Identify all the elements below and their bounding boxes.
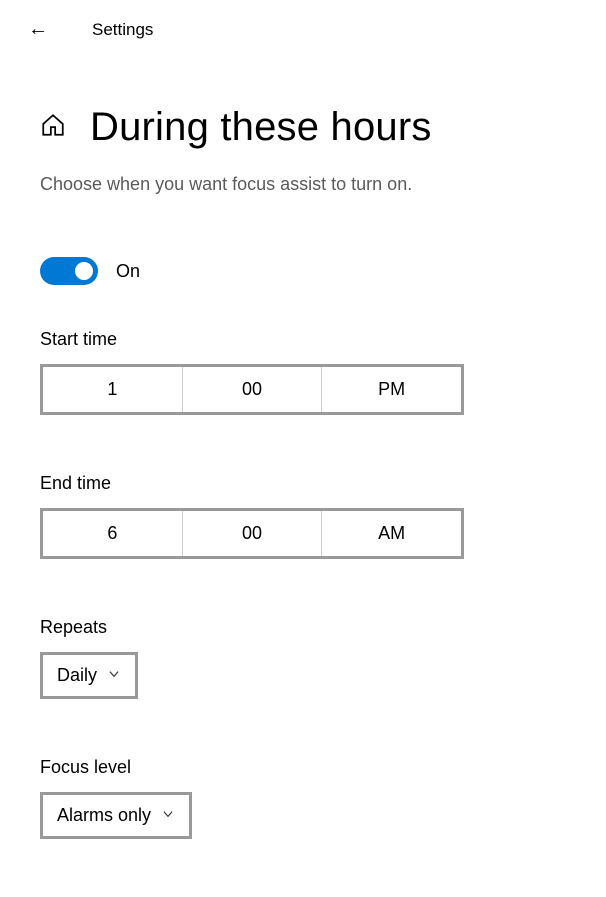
home-icon[interactable]	[40, 112, 66, 143]
toggle-state-label: On	[116, 261, 140, 282]
chevron-down-icon	[105, 665, 121, 686]
page-title: During these hours	[90, 105, 432, 150]
start-time-label: Start time	[40, 329, 566, 350]
end-time-picker[interactable]: 6 00 AM	[40, 508, 464, 559]
repeats-dropdown[interactable]: Daily	[40, 652, 138, 699]
repeats-value: Daily	[57, 665, 97, 686]
start-time-minute[interactable]: 00	[182, 367, 322, 412]
end-time-minute[interactable]: 00	[182, 511, 322, 556]
chevron-down-icon	[159, 805, 175, 826]
enable-toggle[interactable]	[40, 257, 98, 285]
back-button[interactable]: ←	[28, 18, 48, 41]
header-title: Settings	[92, 20, 153, 40]
page-subtitle: Choose when you want focus assist to tur…	[40, 174, 566, 195]
start-time-hour[interactable]: 1	[43, 367, 182, 412]
end-time-hour[interactable]: 6	[43, 511, 182, 556]
focus-level-dropdown[interactable]: Alarms only	[40, 792, 192, 839]
toggle-knob	[75, 262, 93, 280]
focus-level-value: Alarms only	[57, 805, 151, 826]
end-time-period[interactable]: AM	[321, 511, 461, 556]
end-time-label: End time	[40, 473, 566, 494]
repeats-label: Repeats	[40, 617, 566, 638]
focus-level-label: Focus level	[40, 757, 566, 778]
start-time-picker[interactable]: 1 00 PM	[40, 364, 464, 415]
start-time-period[interactable]: PM	[321, 367, 461, 412]
